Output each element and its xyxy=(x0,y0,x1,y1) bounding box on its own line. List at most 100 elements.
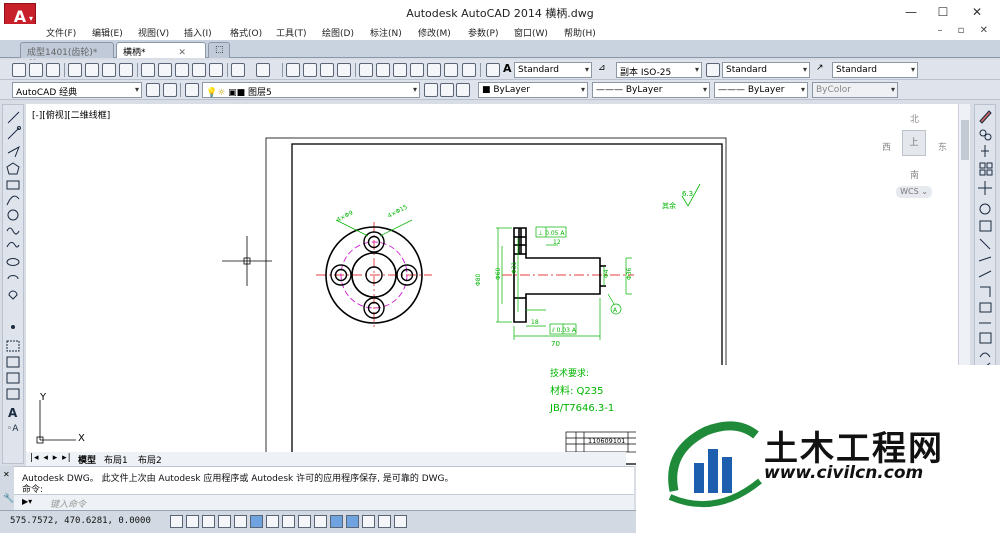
open-icon[interactable] xyxy=(29,63,43,77)
layer-states-icon[interactable] xyxy=(456,83,470,97)
3d-osnap-icon[interactable] xyxy=(266,515,279,528)
new-tab-button[interactable]: ⬚ xyxy=(208,42,230,58)
cut-icon[interactable] xyxy=(141,63,155,77)
properties-icon[interactable] xyxy=(359,63,373,77)
save-icon[interactable] xyxy=(46,63,60,77)
design-center-icon[interactable] xyxy=(376,63,390,77)
svg-text:Φ60: Φ60 xyxy=(495,267,502,280)
doc-tab-handle[interactable]: 横柄* ✕ xyxy=(116,42,206,58)
menu-tools[interactable]: 工具(T) xyxy=(276,26,307,39)
zoom-realtime-icon[interactable] xyxy=(303,63,317,77)
tool-palettes-icon[interactable] xyxy=(393,63,407,77)
publish-icon[interactable] xyxy=(102,63,116,77)
menu-insert[interactable]: 插入(I) xyxy=(184,26,212,39)
match-properties-icon[interactable] xyxy=(192,63,206,77)
svg-text:12: 12 xyxy=(553,239,561,246)
markup-icon[interactable] xyxy=(427,63,441,77)
draw-toolbar: A ◦A xyxy=(2,104,24,464)
tab-model[interactable]: 模型 xyxy=(78,453,96,466)
menu-draw[interactable]: 绘图(D) xyxy=(322,26,354,39)
redo-icon[interactable] xyxy=(256,63,270,77)
svg-text:70: 70 xyxy=(551,340,560,348)
menu-modify[interactable]: 修改(M) xyxy=(418,26,451,39)
tab-layout1[interactable]: 布局1 xyxy=(104,453,128,466)
svg-text:Φ31: Φ31 xyxy=(511,261,518,274)
viewcube-top-face[interactable]: 上 xyxy=(902,130,926,156)
mdi-controls[interactable]: – ▫ ✕ xyxy=(937,25,994,36)
command-window-grip[interactable]: ✕ 🔧 xyxy=(0,466,14,510)
workspace-select[interactable]: AutoCAD 经典 ▾ xyxy=(12,82,142,98)
minimize-icon[interactable]: — xyxy=(896,2,926,22)
annotation-monitor-icon[interactable] xyxy=(394,515,407,528)
workspace-settings-icon[interactable] xyxy=(146,83,160,97)
new-icon[interactable] xyxy=(12,63,26,77)
text-style-select[interactable]: Standard ▾ xyxy=(514,62,592,78)
command-input[interactable]: ▶▾ 键入命令 xyxy=(14,494,634,510)
make-current-layer-icon[interactable] xyxy=(424,83,438,97)
snap-mode-icon[interactable] xyxy=(186,515,199,528)
table-style-select[interactable]: Standard ▾ xyxy=(722,62,810,78)
wcs-menu[interactable]: WCS ⌄ xyxy=(896,186,932,198)
menu-edit[interactable]: 编辑(E) xyxy=(92,26,123,39)
viewcube-north[interactable]: 北 xyxy=(910,112,919,125)
transparency-icon[interactable] xyxy=(346,515,359,528)
part-number: 110609101 xyxy=(588,437,625,445)
selection-cycling-icon[interactable] xyxy=(378,515,391,528)
layer-properties-icon[interactable] xyxy=(185,83,199,97)
menu-dimension[interactable]: 标注(N) xyxy=(370,26,402,39)
3d-print-icon[interactable] xyxy=(119,63,133,77)
close-icon[interactable]: ✕ xyxy=(3,470,10,479)
workspace-toggle-icon[interactable] xyxy=(163,83,177,97)
wrench-icon[interactable]: 🔧 xyxy=(3,494,14,504)
dynamic-input-icon[interactable] xyxy=(314,515,327,528)
menu-view[interactable]: 视图(V) xyxy=(138,26,169,39)
grid-display-icon[interactable] xyxy=(202,515,215,528)
polar-tracking-icon[interactable] xyxy=(234,515,247,528)
menu-parametric[interactable]: 参数(P) xyxy=(468,26,498,39)
menu-file[interactable]: 文件(F) xyxy=(46,26,76,39)
object-snap-icon[interactable] xyxy=(250,515,263,528)
maximize-icon[interactable]: ☐ xyxy=(928,2,958,22)
copy-icon[interactable] xyxy=(158,63,172,77)
menu-window[interactable]: 窗口(W) xyxy=(514,26,548,39)
zoom-previous-icon[interactable] xyxy=(337,63,351,77)
ortho-mode-icon[interactable] xyxy=(218,515,231,528)
layer-select[interactable]: 💡☼ ▣■ 图层5 ▾ xyxy=(202,82,420,98)
pan-icon[interactable] xyxy=(286,63,300,77)
multileader-style-select[interactable]: Standard ▾ xyxy=(832,62,918,78)
tab-layout2[interactable]: 布局2 xyxy=(138,453,162,466)
object-snap-tracking-icon[interactable] xyxy=(282,515,295,528)
block-editor-icon[interactable] xyxy=(209,63,223,77)
sheet-set-icon[interactable] xyxy=(410,63,424,77)
viewcube-east[interactable]: 东 xyxy=(938,140,947,153)
draw-tool-icons[interactable]: A ◦A xyxy=(3,105,25,465)
lineweight-icon[interactable] xyxy=(330,515,343,528)
color-select[interactable]: ■ ByLayer ▾ xyxy=(478,82,588,98)
menu-help[interactable]: 帮助(H) xyxy=(564,26,596,39)
viewcube-west[interactable]: 西 xyxy=(882,140,891,153)
infer-constraints-icon[interactable] xyxy=(170,515,183,528)
scroll-thumb[interactable] xyxy=(961,120,969,160)
quickcalc-icon[interactable] xyxy=(444,63,458,77)
command-prompt-icon[interactable]: ▶▾ xyxy=(22,497,32,506)
lineweight-select[interactable]: ——— ByLayer ▾ xyxy=(714,82,808,98)
doc-tab-gear[interactable]: 成型1401(齿轮)* ✕ xyxy=(20,42,114,68)
help-icon[interactable] xyxy=(486,63,500,77)
preview-icon[interactable] xyxy=(85,63,99,77)
zoom-window-icon[interactable] xyxy=(320,63,334,77)
calculator-icon[interactable] xyxy=(462,63,476,77)
quick-properties-icon[interactable] xyxy=(362,515,375,528)
layer-previous-icon[interactable] xyxy=(440,83,454,97)
menu-format[interactable]: 格式(O) xyxy=(230,26,262,39)
title-bar: A ▾ Autodesk AutoCAD 2014 横柄.dwg — ☐ ✕ xyxy=(0,0,1000,31)
undo-icon[interactable] xyxy=(231,63,245,77)
close-icon[interactable]: ✕ xyxy=(962,2,992,22)
dynamic-ucs-icon[interactable] xyxy=(298,515,311,528)
layout-nav-icons[interactable]: |◂ ◂ ▸ ▸| xyxy=(30,453,72,463)
linetype-select[interactable]: ——— ByLayer ▾ xyxy=(592,82,710,98)
dim-style-select[interactable]: 副本 ISO-25 ▾ xyxy=(616,62,702,78)
viewcube-south[interactable]: 南 xyxy=(910,168,919,181)
print-icon[interactable] xyxy=(68,63,82,77)
plotstyle-select[interactable]: ByColor ▾ xyxy=(812,82,898,98)
paste-icon[interactable] xyxy=(175,63,189,77)
